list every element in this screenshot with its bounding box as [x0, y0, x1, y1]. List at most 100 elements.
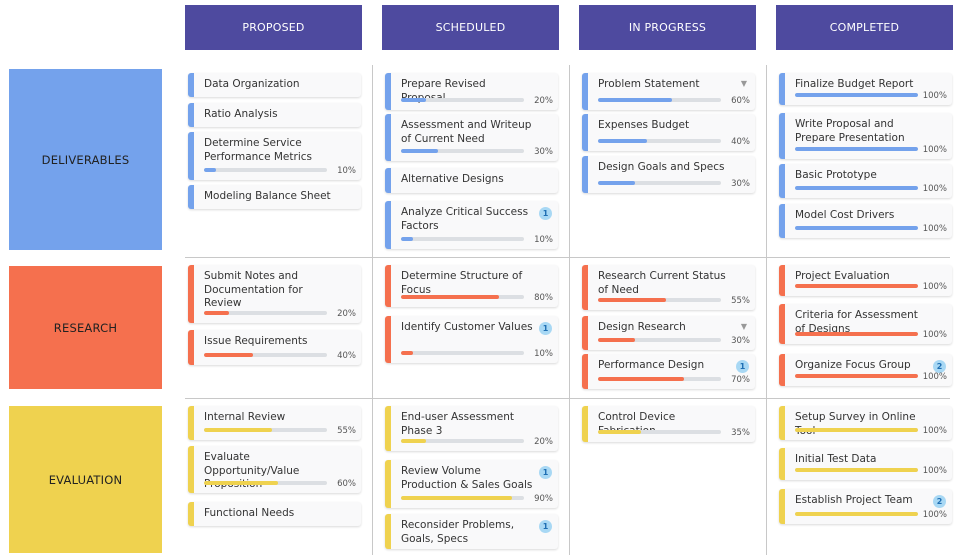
task-title: Ratio Analysis: [204, 108, 278, 120]
task-title: Determine Service Performance Metrics: [204, 137, 312, 163]
comment-count-badge: 2: [933, 495, 946, 508]
task-card[interactable]: Expenses Budget 40%: [582, 114, 755, 151]
progress-fill: [401, 98, 426, 102]
progress-fill: [598, 430, 642, 434]
progress-fill: [795, 284, 918, 288]
progress-bar: [401, 439, 524, 443]
progress-fill: [401, 149, 438, 153]
task-card[interactable]: Basic Prototype 100%: [779, 164, 952, 198]
task-card[interactable]: Performance Design 1 70%: [582, 354, 755, 389]
progress-fill: [401, 439, 426, 443]
progress-bar: [795, 226, 918, 230]
progress-fill: [795, 147, 918, 151]
progress-bar: [795, 186, 918, 190]
progress-fill: [204, 168, 217, 172]
task-card[interactable]: Design Research ▼ 30%: [582, 316, 755, 350]
progress-percent: 10%: [337, 166, 356, 176]
task-card[interactable]: Data Organization: [188, 73, 361, 97]
chevron-down-icon[interactable]: ▼: [741, 322, 747, 331]
progress-percent: 30%: [731, 336, 750, 346]
task-title: Performance Design: [598, 359, 705, 371]
progress-bar: [598, 98, 721, 102]
comment-count-badge: 1: [539, 207, 552, 220]
task-card[interactable]: Setup Survey in Online Tool 100%: [779, 406, 952, 440]
task-card[interactable]: Organize Focus Group 2 100%: [779, 354, 952, 386]
progress-fill: [795, 93, 918, 97]
progress-percent: 100%: [922, 510, 947, 520]
task-title: Determine Structure of Focus: [401, 270, 523, 296]
task-title: Project Evaluation: [795, 270, 890, 282]
progress-fill: [598, 181, 635, 185]
task-card[interactable]: Write Proposal and Prepare Presentation 1…: [779, 113, 952, 159]
chevron-down-icon[interactable]: ▼: [741, 79, 747, 88]
row-divider: [185, 257, 950, 258]
progress-bar: [204, 481, 327, 485]
task-title: Identify Customer Values: [401, 321, 533, 333]
column-header-scheduled: SCHEDULED: [382, 5, 559, 50]
task-title: Issue Requirements: [204, 335, 308, 347]
progress-percent: 20%: [337, 309, 356, 319]
task-card[interactable]: Issue Requirements 40%: [188, 330, 361, 365]
task-card[interactable]: Functional Needs: [188, 502, 361, 526]
progress-fill: [401, 496, 512, 500]
progress-fill: [795, 226, 918, 230]
task-card[interactable]: Determine Structure of Focus 80%: [385, 265, 558, 307]
task-card[interactable]: Ratio Analysis: [188, 103, 361, 127]
task-title: Finalize Budget Report: [795, 78, 914, 90]
task-title: End-user Assessment Phase 3: [401, 411, 514, 437]
task-card[interactable]: Criteria for Assessment of Designs 100%: [779, 304, 952, 344]
task-card[interactable]: Control Device Fabrication35%: [582, 406, 755, 442]
task-card[interactable]: Reconsider Problems, Goals, Specs 1: [385, 514, 558, 549]
task-card[interactable]: Review Volume Production & Sales Goals 1 9…: [385, 460, 558, 508]
task-card[interactable]: Prepare Revised Proposal20%: [385, 73, 558, 110]
task-card[interactable]: Initial Test Data 100%: [779, 448, 952, 480]
task-card[interactable]: Problem Statement ▼ 60%: [582, 73, 755, 110]
progress-bar: [204, 353, 327, 357]
task-card[interactable]: Alternative Designs: [385, 168, 558, 193]
progress-bar: [795, 468, 918, 472]
progress-bar: [401, 351, 524, 355]
row-header-evaluation: EVALUATION: [9, 406, 162, 553]
task-card[interactable]: Determine Service Performance Metrics 10%: [188, 132, 361, 180]
task-card[interactable]: Evaluate Opportunity/Value Proposition 60…: [188, 446, 361, 493]
task-title: Design Research: [598, 321, 686, 333]
progress-fill: [204, 353, 254, 357]
task-title: Setup Survey in Online Tool: [795, 411, 916, 437]
task-card[interactable]: Modeling Balance Sheet: [188, 185, 361, 209]
task-card[interactable]: Design Goals and Specs 30%: [582, 156, 755, 193]
task-card[interactable]: Model Cost Drivers 100%: [779, 204, 952, 238]
task-card[interactable]: Analyze Critical Success Factors 1 10%: [385, 201, 558, 249]
progress-bar: [795, 284, 918, 288]
task-title: Initial Test Data: [795, 453, 877, 465]
progress-percent: 80%: [534, 293, 553, 303]
progress-fill: [204, 481, 278, 485]
task-card[interactable]: Finalize Budget Report 100%: [779, 73, 952, 105]
row-header-research: RESEARCH: [9, 266, 162, 389]
task-title: Internal Review: [204, 411, 286, 423]
progress-fill: [795, 468, 918, 472]
progress-bar: [401, 295, 524, 299]
progress-bar: [795, 374, 918, 378]
row-header-deliverables: DELIVERABLES: [9, 69, 162, 250]
progress-bar: [598, 139, 721, 143]
progress-fill: [401, 295, 500, 299]
task-card[interactable]: Research Current Status of Need 55%: [582, 265, 755, 310]
progress-fill: [598, 98, 672, 102]
task-card[interactable]: Establish Project Team 2 100%: [779, 489, 952, 524]
progress-fill: [204, 311, 229, 315]
progress-percent: 90%: [534, 494, 553, 504]
comment-count-badge: 1: [539, 520, 552, 533]
progress-fill: [795, 428, 918, 432]
task-card[interactable]: End-user Assessment Phase 3 20%: [385, 406, 558, 451]
progress-fill: [598, 139, 648, 143]
progress-percent: 100%: [922, 184, 947, 194]
task-card[interactable]: Internal Review 55%: [188, 406, 361, 440]
task-card[interactable]: Assessment and Writeup of Current Need 30…: [385, 114, 558, 161]
column-header-in-progress: IN PROGRESS: [579, 5, 756, 50]
task-card[interactable]: Identify Customer Values 1 10%: [385, 316, 558, 363]
column-header-proposed: PROPOSED: [185, 5, 362, 50]
progress-percent: 40%: [337, 351, 356, 361]
task-card[interactable]: Project Evaluation 100%: [779, 265, 952, 296]
progress-percent: 20%: [534, 437, 553, 447]
task-card[interactable]: Submit Notes and Documentation for Revie…: [188, 265, 361, 323]
